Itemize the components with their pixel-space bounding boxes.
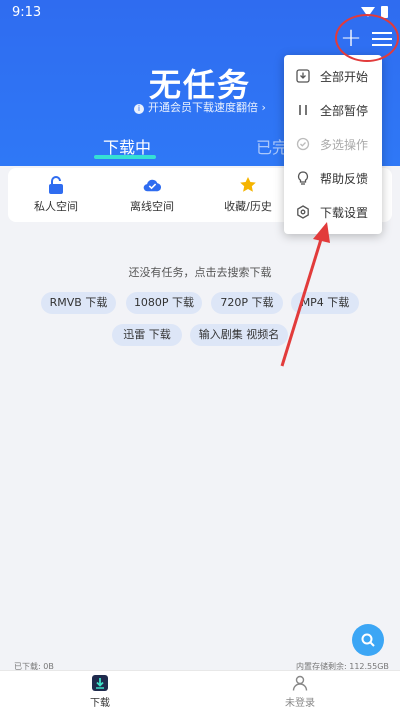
pause-icon [296, 103, 310, 117]
favorites-history-label: 收藏/历史 [224, 200, 272, 213]
lightbulb-icon [296, 171, 310, 185]
vip-promo-label: 开通会员下载速度翻倍 › [148, 101, 266, 114]
menu-item-download-settings[interactable]: 下载设置 [284, 195, 382, 229]
menu-item-help-feedback-label: 帮助反馈 [320, 171, 369, 186]
settings-hex-icon [296, 205, 310, 219]
search-icon [361, 633, 375, 647]
menu-item-pause-all-label: 全部暂停 [320, 103, 369, 118]
search-fab-button[interactable] [352, 624, 384, 656]
search-chip-rmvb[interactable]: RMVB 下载 [41, 292, 116, 314]
check-circle-icon [296, 137, 310, 151]
download-box-icon [296, 69, 310, 83]
status-bar: 9:13 [0, 0, 400, 24]
user-icon [292, 675, 308, 691]
active-tab-indicator [94, 155, 156, 159]
search-chip-mp4[interactable]: MP4 下载 [291, 292, 359, 314]
info-icon: i [134, 104, 145, 114]
offline-space-button[interactable]: 离线空间 [104, 168, 200, 222]
nav-login[interactable]: 未登录 [200, 671, 400, 712]
cloud-check-icon [143, 176, 161, 194]
menu-item-pause-all[interactable]: 全部暂停 [284, 93, 382, 127]
nav-login-label: 未登录 [285, 698, 315, 709]
menu-item-help-feedback[interactable]: 帮助反馈 [284, 161, 382, 195]
bottom-nav: 下载 未登录 [0, 670, 400, 712]
menu-item-start-all-label: 全部开始 [320, 69, 369, 84]
download-tab-icon [92, 675, 108, 691]
menu-item-multi-select-label: 多选操作 [320, 137, 369, 152]
lock-icon [47, 176, 65, 194]
private-space-label: 私人空间 [34, 200, 78, 213]
nav-download-label: 下载 [90, 698, 110, 709]
nav-download[interactable]: 下载 [0, 671, 200, 712]
offline-space-label: 离线空间 [130, 200, 174, 213]
search-chip-1080p[interactable]: 1080P 下载 [126, 292, 202, 314]
menu-item-multi-select[interactable]: 多选操作 [284, 127, 382, 161]
search-chip-thunder[interactable]: 迅雷 下载 [112, 324, 182, 346]
dropdown-menu: 全部开始 全部暂停 多选操作 帮助反馈 下载设置 [284, 55, 382, 234]
menu-item-download-settings-label: 下载设置 [320, 205, 369, 220]
favorites-history-button[interactable]: 收藏/历史 [200, 168, 296, 222]
private-space-button[interactable]: 私人空间 [8, 168, 104, 222]
search-chip-720p[interactable]: 720P 下载 [211, 292, 283, 314]
status-time: 9:13 [12, 4, 42, 20]
menu-item-start-all[interactable]: 全部开始 [284, 59, 382, 93]
search-chip-series[interactable]: 输入剧集 视频名 [190, 324, 288, 346]
star-icon [239, 176, 257, 194]
annotation-circle [335, 14, 399, 62]
empty-state-message: 还没有任务，点击去搜索下载 [128, 266, 272, 279]
